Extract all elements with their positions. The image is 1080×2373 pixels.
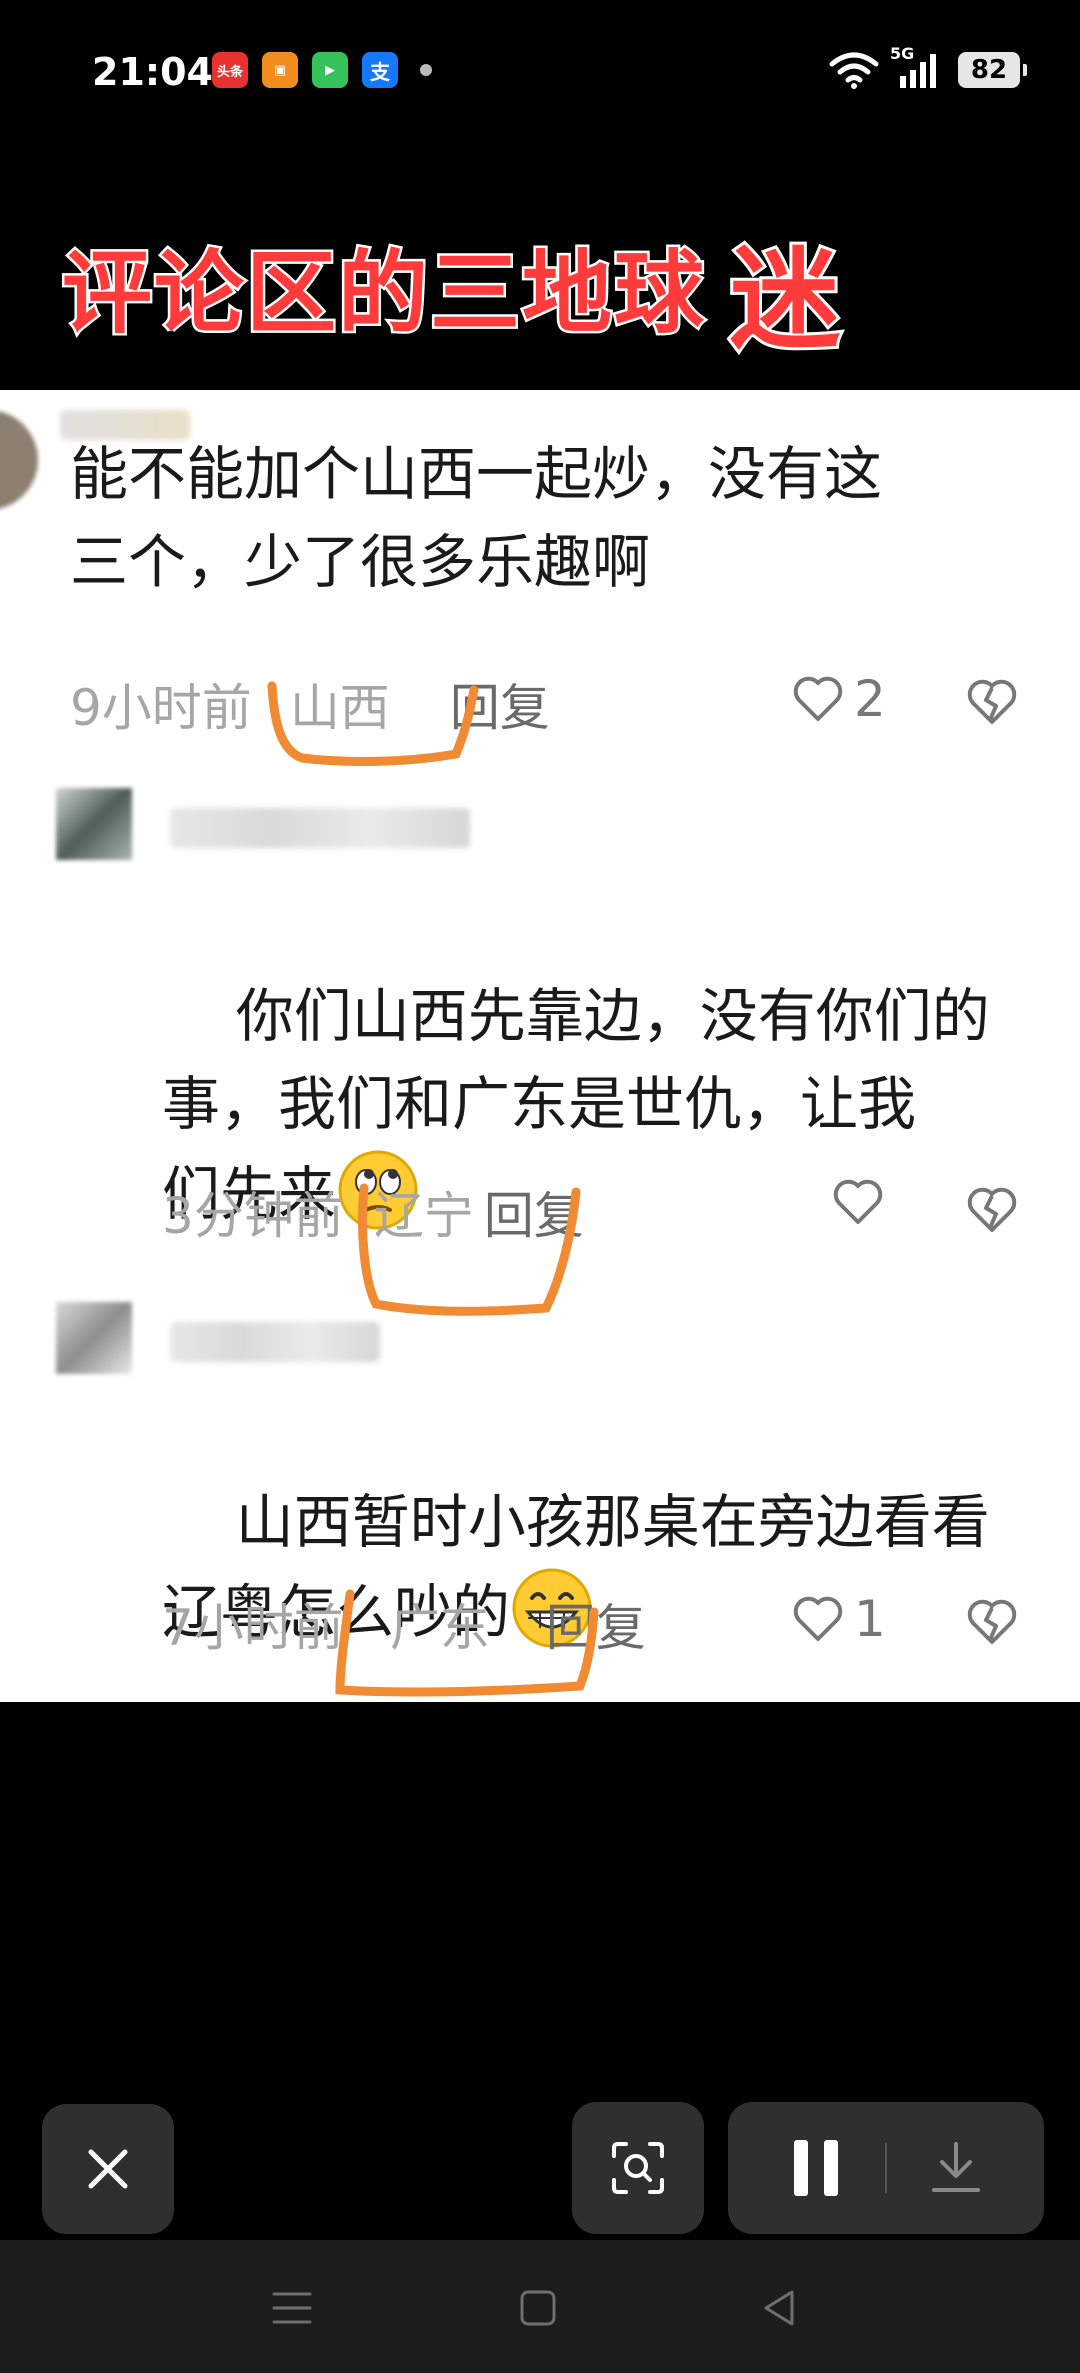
comment-time: 9小时前 [70, 679, 252, 737]
comment-screenshot-panel: 能不能加个山西一起炒，没有这 三个，少了很多乐趣啊 9小时前 山西 回复 2 你… [0, 390, 1080, 1702]
cellular-signal: 5G [890, 44, 944, 90]
broken-heart-icon[interactable] [966, 1598, 1018, 1646]
video-app-icon: ▣ [262, 52, 298, 88]
pause-icon[interactable] [788, 2136, 844, 2200]
status-time: 21:04 [92, 50, 213, 94]
banner-title-highlight: 迷 [727, 233, 843, 367]
network-type-label: 5G [890, 44, 915, 63]
comment-text: 山西暂时小孩那桌在旁边看看 辽粤怎么吵的 [162, 1390, 1042, 1744]
menu-icon[interactable] [272, 2288, 312, 2328]
like-count: 1 [854, 1590, 886, 1648]
broken-heart-icon[interactable] [966, 678, 1018, 726]
commenter-name-blurred [170, 808, 470, 848]
comment-meta: 3分钟前 辽宁 回复 [162, 1176, 584, 1248]
commenter-name-blurred [170, 1322, 380, 1362]
alipay-icon: 支 [362, 52, 398, 88]
scan-search-icon [612, 2142, 664, 2194]
comment-text: 能不能加个山西一起炒，没有这 三个，少了很多乐趣啊 [70, 440, 883, 596]
reply-button[interactable]: 回复 [484, 1176, 584, 1248]
heart-icon [793, 676, 843, 721]
comment-location: 山西 [289, 679, 390, 737]
avatar [0, 410, 38, 510]
broken-heart-icon[interactable] [966, 1186, 1018, 1234]
close-icon [88, 2149, 128, 2189]
heart-icon [833, 1179, 883, 1224]
video-title-banner: 评论区的三地球 迷 [0, 140, 1080, 390]
notification-dot [420, 64, 432, 76]
status-bar: 21:04 头条 ▣ ▶ 支 5G 82 [0, 0, 1080, 140]
toutiao-icon: 头条 [212, 52, 248, 88]
divider [885, 2143, 887, 2193]
reply-button[interactable]: 回复 [450, 668, 550, 740]
comment-text: 你们山西先靠边，没有你们的 事，我们和广东是世仇，让我 们先来 [162, 884, 1042, 1326]
heart-icon [793, 1596, 843, 1641]
comment-meta: 9小时前 山西 回复 [70, 668, 550, 740]
avatar [56, 788, 132, 860]
like-count: 2 [854, 670, 886, 728]
reply-button[interactable]: 回复 [546, 1588, 646, 1660]
system-navigation-bar [0, 2240, 1080, 2373]
comment-location: 辽宁 [373, 1187, 474, 1245]
media-app-icon: ▶ [312, 52, 348, 88]
battery-indicator: 82 [958, 52, 1027, 88]
comment-meta: 7小时前 广东 回复 [162, 1588, 646, 1660]
back-icon[interactable] [760, 2288, 800, 2328]
close-button[interactable] [42, 2104, 174, 2234]
wifi-icon [829, 52, 879, 89]
download-icon[interactable] [928, 2138, 984, 2198]
like-button[interactable]: 1 [792, 1590, 886, 1648]
playback-controls [728, 2102, 1044, 2234]
like-button[interactable]: 2 [792, 670, 886, 728]
like-button[interactable] [832, 1178, 894, 1226]
comment-location: 广东 [389, 1599, 490, 1657]
home-icon[interactable] [518, 2288, 558, 2328]
comment-time: 3分钟前 [162, 1187, 344, 1245]
comment-time: 7小时前 [162, 1599, 344, 1657]
status-indicators: 5G 82 [828, 44, 1027, 92]
banner-title: 评论区的三地球 [60, 239, 707, 349]
visual-search-button[interactable] [572, 2102, 704, 2234]
avatar [56, 1302, 132, 1374]
